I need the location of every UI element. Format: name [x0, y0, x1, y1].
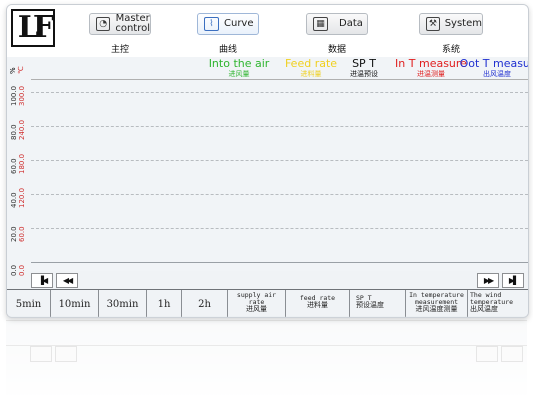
legend-label-cn: 进风量 [228, 70, 250, 78]
nav-curve-sub: 曲线 [218, 45, 237, 55]
legend-label: Oot T measur [459, 57, 529, 70]
column-in-temp: In temperature measurement 进风温度测量 [406, 290, 468, 317]
column-out-temp-en: The wind temperature [470, 291, 514, 306]
legend-label: Feed rate [284, 57, 338, 70]
legend-underline [31, 79, 528, 80]
screen-reflection [6, 316, 527, 396]
nav-master-control-sub: 主控 [110, 45, 129, 55]
reflection-button [501, 346, 523, 362]
x-axis-line [31, 262, 528, 263]
wrench-icon: ⚒ [426, 17, 440, 31]
column-in-temp-en: In temperature measurement [409, 291, 464, 306]
column-supply-air-cn: 进风量 [246, 305, 267, 313]
y-tick-temp: 180.0 [18, 153, 26, 174]
nav-master-control-button[interactable]: ◔ Master control [89, 13, 151, 35]
y-tick-percent: 20.0 [10, 226, 18, 242]
reflection-button [30, 346, 52, 362]
y-tick-temp: 240.0 [18, 119, 26, 140]
y-tick-percent: 60.0 [10, 158, 18, 174]
nav-data-label: Data [339, 18, 363, 29]
y-tick-percent: 40.0 [10, 192, 18, 208]
y-tick-temp: 300.0 [18, 85, 26, 106]
column-sp-t-cn: 预设温度 [356, 301, 384, 309]
nav-master-control-label: Master control [115, 13, 150, 34]
column-sp-t: SP T 预设温度 [350, 290, 406, 317]
range-10min-button[interactable]: 10min [51, 290, 99, 317]
table-icon: ▦ [313, 17, 328, 31]
legend-label-cn: 进料量 [300, 70, 322, 78]
range-1h-button[interactable]: 1h [147, 290, 182, 317]
header: LF ◔ Master control 主控 ⌇ Curve 曲线 ▦ Data… [7, 5, 528, 57]
range-30min-button[interactable]: 30min [99, 290, 147, 317]
grid-line [31, 126, 528, 127]
column-out-temp-cn: 出风温度 [470, 305, 498, 313]
y-tick-temp: 60.0 [18, 226, 26, 242]
column-in-temp-cn: 进风温度测量 [415, 305, 458, 313]
legend-item-4: Oot T measur 出风温度 [459, 57, 529, 79]
column-supply-air: supply air rate 进风量 [228, 290, 286, 317]
trend-chart: % ℃ Into the air 进风量 Feed rate 进料量 SP T 进温预设 I… [7, 57, 529, 288]
y-tick-temp: 0.0 [18, 264, 26, 276]
nav-curve-label: Curve [224, 18, 254, 29]
column-out-temp: The wind temperature 出风温度 [468, 290, 528, 317]
legend-label-cn: 出风温度 [483, 70, 511, 78]
hmi-screen: LF ◔ Master control 主控 ⌇ Curve 曲线 ▦ Data… [6, 4, 529, 318]
y-axis-label-temp: ℃ [17, 66, 25, 74]
y-tick-percent: 0.0 [10, 264, 18, 276]
legend-label-cn: 进温预设 [350, 70, 378, 78]
scroll-first-button[interactable]: ▐◀ [31, 273, 53, 288]
column-supply-air-en: supply air rate [236, 291, 277, 306]
meter-icon: ◔ [96, 17, 111, 31]
y-axis-label-percent: % [9, 67, 17, 74]
grid-line [31, 92, 528, 93]
nav-system-sub: 系统 [441, 45, 460, 55]
chart-icon: ⌇ [204, 17, 219, 31]
reflection-gradient [6, 316, 527, 396]
legend-label: SP T [352, 57, 376, 70]
nav-data-sub: 数据 [327, 45, 346, 55]
scroll-next-button[interactable]: ▶▶ [477, 273, 499, 288]
legend-item-2: SP T 进温预设 [345, 57, 383, 79]
legend-item-1: Feed rate 进料量 [283, 57, 339, 79]
y-tick-temp: 120.0 [18, 187, 26, 208]
scroll-last-button[interactable]: ▶▌ [502, 273, 524, 288]
grid-line [31, 160, 528, 161]
column-feed-rate: feed rate 进料量 [286, 290, 350, 317]
y-tick-percent: 80.0 [10, 124, 18, 140]
nav-system-button[interactable]: ⚒ System [419, 13, 483, 35]
reflection-row [6, 320, 527, 346]
range-5min-button[interactable]: 5min [7, 290, 51, 317]
reflection-button [55, 346, 77, 362]
grid-line [31, 228, 528, 229]
logo: LF [11, 9, 55, 47]
scroll-prev-button[interactable]: ◀◀ [56, 273, 78, 288]
y-tick-percent: 100.0 [10, 85, 18, 106]
nav-system-label: System [444, 18, 482, 29]
range-2h-button[interactable]: 2h [182, 290, 228, 317]
legend-label: Into the air [208, 57, 270, 70]
grid-line [31, 194, 528, 195]
legend-item-0: Into the air 进风量 [204, 57, 274, 79]
nav-curve-button[interactable]: ⌇ Curve [197, 13, 259, 35]
column-feed-rate-cn: 进料量 [307, 301, 328, 309]
bottom-bar: 5min 10min 30min 1h 2h supply air rate 进… [7, 289, 528, 317]
nav-data-button[interactable]: ▦ Data [306, 13, 368, 35]
reflection-button [476, 346, 498, 362]
